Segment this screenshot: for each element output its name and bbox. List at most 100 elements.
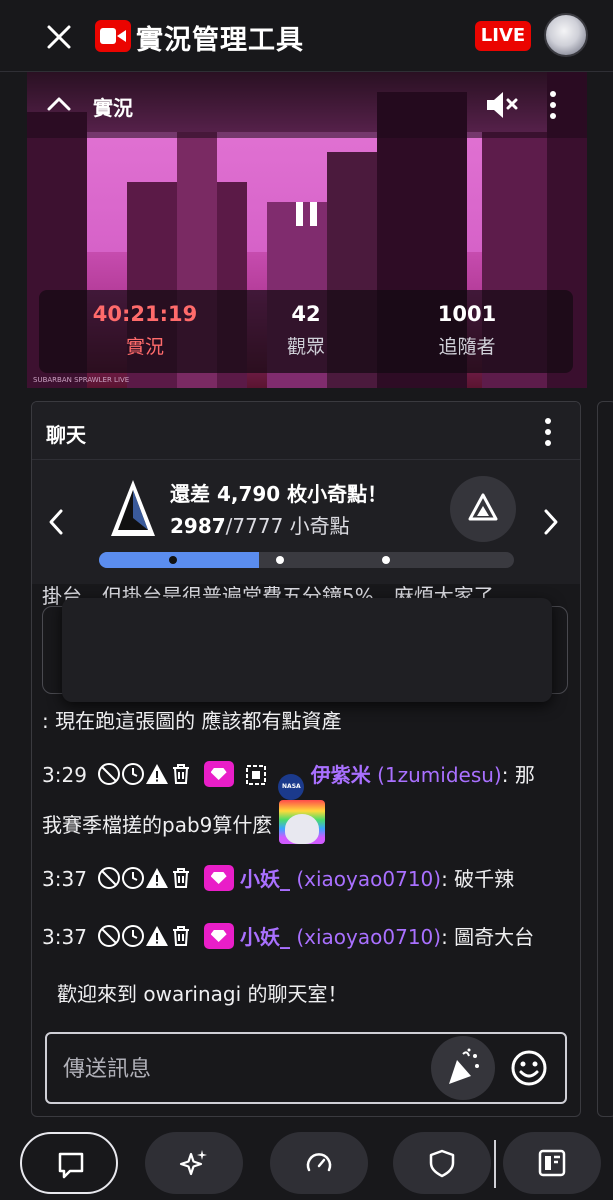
mod-actions [97, 762, 193, 794]
chat-input[interactable] [63, 1052, 423, 1086]
message-text: 我賽季檔搓的pab9算什麼 [42, 813, 273, 837]
progress-stop-dot [169, 556, 177, 564]
chat-badge-icon [246, 765, 266, 785]
chat-message: 3:29 NASA 伊紫米 (1zumidesu): 那 我賽季檔搓的pab9算… [42, 760, 568, 844]
mute-icon[interactable] [483, 88, 523, 122]
message-text: : 破千辣 [441, 867, 515, 891]
chat-username[interactable]: 小妖_ [240, 925, 290, 949]
more-vertical-icon[interactable] [545, 88, 561, 122]
chat-login[interactable]: (xiaoyao0710) [296, 925, 441, 949]
chat-header: 聊天 [32, 402, 580, 460]
avatar[interactable] [544, 13, 588, 57]
shield-icon [429, 1149, 455, 1178]
next-panel-edge[interactable] [597, 401, 613, 1117]
stream-stats: 40:21:19 實況 42 觀眾 1001 追隨者 [39, 290, 573, 373]
page-title: 實況管理工具 [136, 25, 304, 56]
live-badge: LIVE [475, 21, 531, 51]
warning-icon[interactable] [145, 924, 169, 948]
timeout-icon[interactable] [121, 866, 145, 890]
nav-chat-button[interactable] [20, 1132, 118, 1194]
video-label: 實況 [93, 96, 133, 120]
emoji-icon[interactable] [509, 1048, 549, 1088]
ban-icon[interactable] [97, 866, 121, 890]
welcome-message: 歡迎來到 owarinagi 的聊天室！ [57, 982, 348, 1006]
party-popper-icon [449, 1048, 479, 1084]
pause-icon[interactable] [294, 200, 320, 228]
stat-value: 1001 [437, 302, 497, 326]
subscriber-badge [203, 865, 234, 891]
chat-username[interactable]: 伊紫米 [311, 763, 371, 787]
message-time: 3:37 [42, 925, 87, 949]
message-text: : 那 [501, 763, 535, 787]
mod-actions [97, 866, 193, 898]
stream-manager-icon [538, 1149, 566, 1177]
chat-message: : 現在跑這張圖的 應該都有點資產 [42, 706, 568, 736]
chat-bubble-icon [58, 1152, 84, 1179]
more-vertical-icon[interactable] [538, 416, 558, 448]
close-icon[interactable] [42, 20, 76, 54]
progress-fill [99, 552, 259, 568]
stat-label: 追隨者 [438, 336, 496, 358]
ban-icon[interactable] [97, 762, 121, 786]
chat-message: 3:37 小妖_ (xiaoyao0710): 圖奇大台 [42, 922, 568, 956]
stat-label: 觀眾 [286, 336, 325, 358]
ban-icon[interactable] [97, 924, 121, 948]
message-text: : 現在跑這張圖的 應該都有點資產 [42, 709, 342, 733]
chat-login[interactable]: (1zumidesu) [377, 763, 502, 787]
chat-message: 3:37 小妖_ (xiaoyao0710): 破千辣 [42, 864, 568, 898]
chat-input-box[interactable] [45, 1032, 567, 1104]
chevron-right-icon[interactable] [542, 508, 560, 536]
chat-overlay-popup [62, 598, 552, 702]
timeout-icon[interactable] [121, 924, 145, 948]
nav-activity-button[interactable] [145, 1132, 243, 1194]
progress-stop-dot [275, 556, 284, 564]
chevron-left-icon[interactable] [47, 508, 65, 536]
mod-actions [97, 924, 193, 956]
progress-stop-dot [382, 556, 391, 564]
chat-messages[interactable]: 掛台，但掛台是很普遍常費五分鐘5%，麻煩大家了 : 現在跑這張圖的 應該都有點資… [32, 584, 580, 1024]
nav-divider [494, 1140, 496, 1188]
points-goal-progress-text: 2987/7777 小奇點 [170, 510, 350, 539]
nasa-badge-icon: NASA [278, 774, 305, 800]
points-goal: /7777 小奇點 [225, 514, 350, 538]
stat-value: 42 [291, 302, 321, 326]
warning-icon[interactable] [145, 866, 169, 890]
bottom-nav [0, 1126, 613, 1200]
top-header: 實況管理工具 LIVE [0, 0, 613, 72]
timeout-icon[interactable] [121, 762, 145, 786]
points-contribute-button[interactable] [450, 476, 516, 542]
chat-title: 聊天 [46, 423, 86, 447]
nav-stream-manager-button[interactable] [503, 1132, 601, 1194]
delete-icon[interactable] [169, 866, 193, 890]
nav-stats-button[interactable] [270, 1132, 368, 1194]
stat-label: 實況 [125, 336, 164, 358]
delete-icon[interactable] [169, 762, 193, 786]
subscriber-badge [203, 761, 234, 787]
stat-followers: 1001 追隨者 [392, 302, 542, 359]
chat-panel: 聊天 還差 4,790 枚小奇點！ 2987/7777 小奇點 掛台，但掛台是很… [31, 401, 581, 1117]
delete-icon[interactable] [169, 924, 193, 948]
stream-manager-logo [95, 20, 131, 52]
nav-moderation-button[interactable] [393, 1132, 491, 1194]
subscriber-badge [203, 923, 234, 949]
chat-username[interactable]: 小妖_ [240, 867, 290, 891]
stat-viewers: 42 觀眾 [231, 302, 381, 359]
video-watermark: SUBARBAN SPRAWLER LIVE [33, 376, 130, 384]
video-player[interactable]: 實況 40:21:19 實況 42 觀眾 1001 追隨者 SUBARBAN S… [27, 72, 587, 388]
crystal-icon [111, 480, 155, 536]
points-progress-bar [99, 552, 514, 568]
chevron-up-icon[interactable] [45, 94, 73, 114]
points-current: 2987 [170, 514, 226, 538]
channel-points-goal: 還差 4,790 枚小奇點！ 2987/7777 小奇點 [32, 460, 580, 584]
stat-uptime: 40:21:19 實況 [70, 302, 220, 359]
chat-login[interactable]: (xiaoyao0710) [296, 867, 441, 891]
message-text: : 圖奇大台 [441, 925, 535, 949]
warning-icon[interactable] [145, 762, 169, 786]
stat-value: 40:21:19 [92, 302, 198, 326]
points-goal-title: 還差 4,790 枚小奇點！ [170, 482, 388, 506]
speedometer-icon [306, 1153, 332, 1172]
message-time: 3:37 [42, 867, 87, 891]
message-time: 3:29 [42, 763, 87, 787]
celebration-button[interactable] [431, 1036, 495, 1100]
channel-points-icon [468, 493, 498, 521]
